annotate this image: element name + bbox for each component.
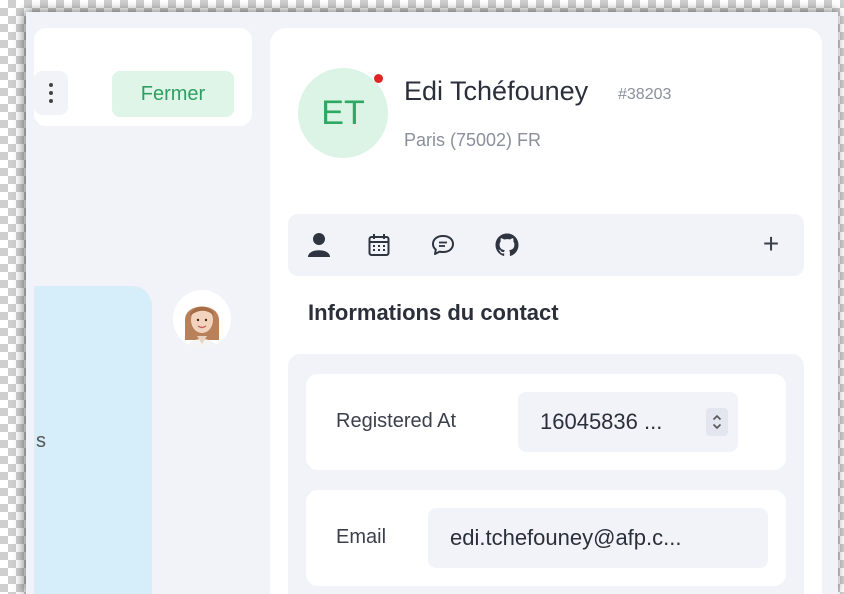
email-field[interactable]: edi.tchefouney@afp.c... [428, 508, 768, 568]
contact-tab-bar: + [288, 214, 804, 276]
github-icon [495, 233, 519, 256]
conversation-header: Fermer [34, 28, 252, 126]
tab-calendar[interactable] [364, 230, 394, 260]
field-row-email: Email edi.tchefouney@afp.c... [306, 490, 786, 586]
field-value: edi.tchefouney@afp.c... [450, 525, 682, 550]
contact-panel: ET Edi Tchéfouney #38203 Paris (75002) F… [270, 28, 822, 594]
user-icon [308, 233, 330, 257]
tab-profile[interactable] [304, 230, 334, 260]
field-label: Registered At [336, 410, 457, 432]
section-title: Informations du contact [308, 300, 559, 325]
chat-bubble-icon [432, 235, 454, 255]
number-spinner[interactable] [706, 408, 728, 436]
contact-location: Paris (75002) FR [404, 130, 542, 150]
agent-avatar [173, 290, 231, 348]
field-label: Email [336, 526, 387, 548]
field-value: 16045836 ... [540, 409, 663, 434]
kebab-vertical-icon [49, 83, 53, 103]
chevron-up-down-icon [712, 414, 722, 430]
tab-github[interactable] [492, 230, 522, 260]
contact-fields: Registered At 16045836 ... Email edi.tch… [288, 354, 804, 594]
chat-message-text: s [36, 430, 46, 452]
status-indicator [374, 74, 383, 83]
registered-at-input[interactable]: 16045836 ... [518, 392, 738, 452]
contact-id: #38203 [618, 86, 672, 103]
calendar-icon [368, 234, 390, 256]
chat-message-bubble [34, 286, 152, 594]
contact-name: Edi Tchéfouney [404, 76, 589, 106]
app-window: Fermer s ET Edi Tchéfouney #38203 Paris … [26, 12, 838, 594]
field-row-registered-at: Registered At 16045836 ... [306, 374, 786, 470]
close-button[interactable]: Fermer [112, 71, 234, 117]
add-tab-button[interactable]: + [756, 228, 786, 260]
more-options-button[interactable] [34, 71, 68, 115]
tab-messages[interactable] [428, 230, 458, 260]
